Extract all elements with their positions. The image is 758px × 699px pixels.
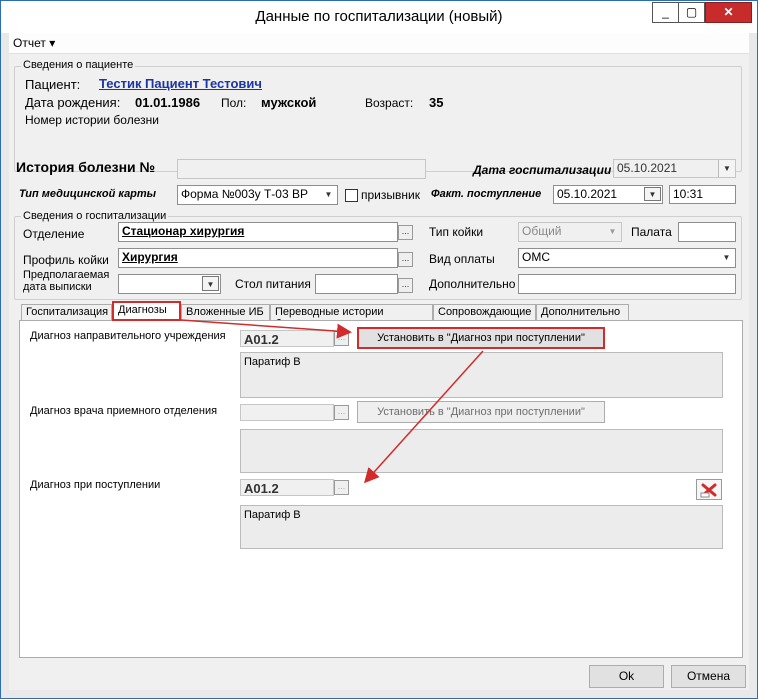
hospitalization-window: Данные по госпитализации (новый) _ ▢ ✕ О…: [0, 0, 758, 699]
ok-button[interactable]: Ok: [589, 665, 664, 688]
window-title: Данные по госпитализации (новый): [255, 8, 503, 25]
close-button[interactable]: ✕: [705, 2, 752, 23]
maximize-button[interactable]: ▢: [678, 2, 705, 23]
arrow-tab-to-button: [180, 319, 352, 339]
dialog-content: Отчет ▾ Сведения о пациенте Пациент: Тес…: [9, 33, 749, 690]
title-bar[interactable]: Данные по госпитализации (новый) _ ▢ ✕: [1, 1, 757, 33]
minimize-button[interactable]: _: [652, 2, 679, 23]
arrow-button-to-admission: [363, 350, 484, 484]
tab-diagnoses[interactable]: Диагнозы: [112, 301, 181, 321]
annotation-arrows: [180, 319, 484, 484]
cancel-button[interactable]: Отмена: [671, 665, 746, 688]
